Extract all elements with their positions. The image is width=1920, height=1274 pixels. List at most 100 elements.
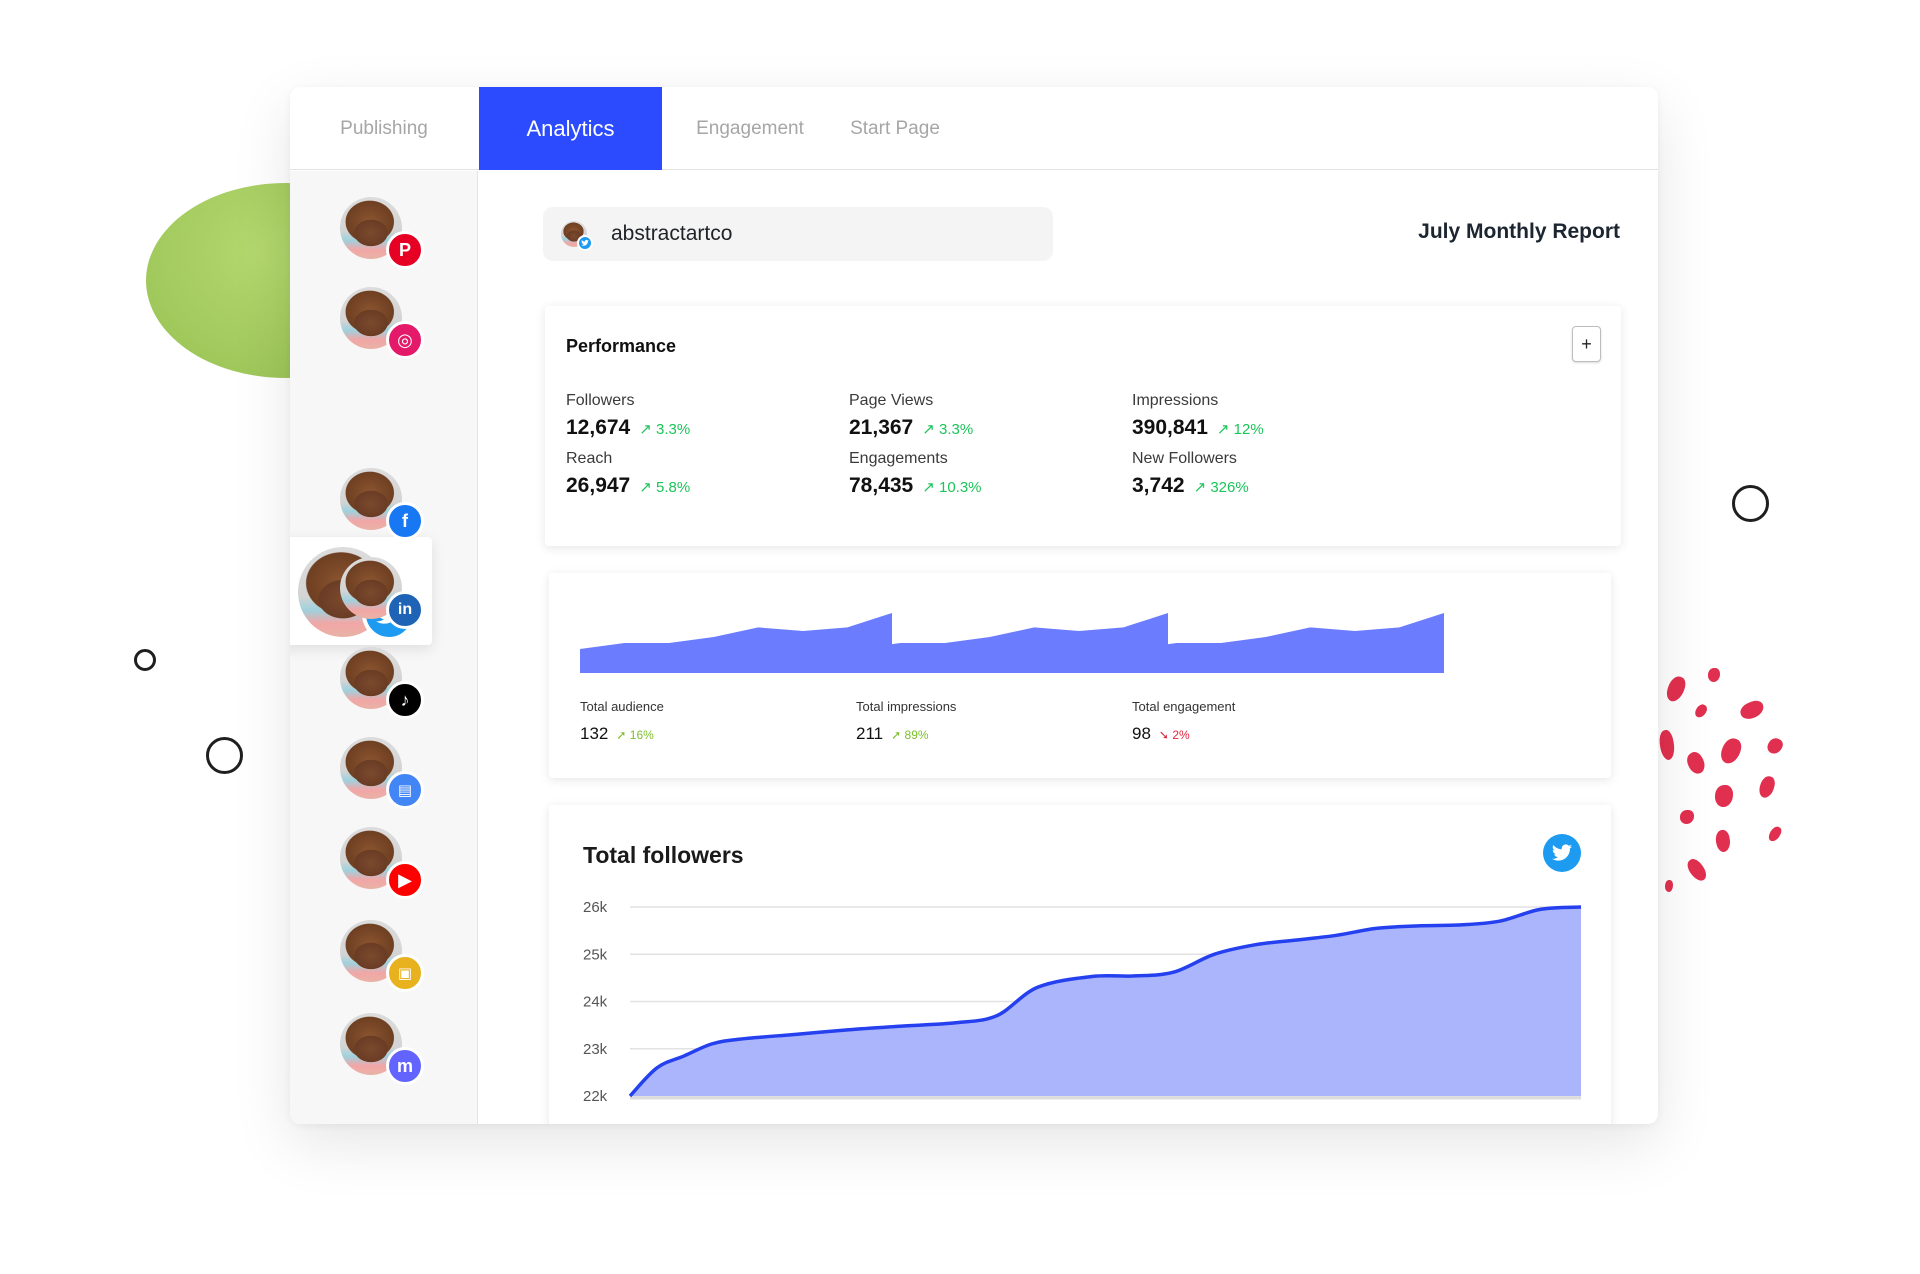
trend-up-icon: ↗ [922,479,939,496]
mini-area-chart [580,613,892,673]
y-tick-label: 22k [583,1088,608,1105]
sidebar-account-facebook[interactable]: f [340,468,424,540]
paint-splash [1766,824,1784,844]
summary-value: 211 [856,724,884,743]
paint-splash [1683,749,1709,777]
metric-change-value: 5.8% [655,479,691,496]
analytics-main: abstractartco July Monthly Report Perfor… [479,171,1658,1124]
sidebar-account-mastodon[interactable]: m [340,1013,424,1085]
metric-value-row: 26,947 ↗ 5.8% [566,474,690,498]
badge-glyph: in [397,601,413,618]
twitter-icon [577,235,593,251]
sidebar-account-start-page[interactable]: ▣ [340,920,424,992]
metric-label: Engagements [849,450,948,467]
summary-change-value: 2% [1172,728,1190,742]
trend-up-icon: ↗ [639,479,656,496]
metric-value-row: 78,435 ↗ 10.3% [849,474,982,498]
badge-glyph: m [396,1055,413,1076]
mastodon-icon: m [386,1047,424,1085]
metric-label: New Followers [1132,450,1237,467]
trend-down-icon: ➘ [1158,728,1169,742]
facebook-icon: f [386,502,424,540]
paint-splash [1665,880,1673,892]
summary-value-row: 211 ➚ 89% [856,724,1168,744]
metric-value: 26,947 [566,474,631,497]
tab-engagement[interactable]: Engagement [670,87,830,170]
paint-splash [1715,785,1733,807]
metric-value: 390,841 [1132,416,1208,439]
metric-change: ↗ 5.8% [639,478,690,496]
performance-title: Performance [566,336,677,356]
paint-splash [1714,828,1732,854]
top-nav: Publishing Analytics Engagement Start Pa… [290,87,1658,170]
metric-value-row: 390,841 ↗ 12% [1132,416,1264,440]
youtube-icon: ▶ [386,861,424,899]
sidebar-account-google-business[interactable]: ▤ [340,737,424,809]
metric-value-row: 21,367 ↗ 3.3% [849,416,973,440]
summary-value: 132 [580,724,609,743]
summary-value: 98 [1132,724,1151,743]
metric-value: 21,367 [849,416,914,439]
account-avatar [561,221,593,251]
summary-label: Total audience [580,699,664,714]
sidebar-account-instagram[interactable]: ◎ [340,287,424,359]
metric-change-value: 326% [1210,479,1249,496]
metric-change: ↗ 3.3% [639,420,690,438]
account-selector[interactable]: abstractartco [543,207,1053,261]
metric-change: ↗ 3.3% [922,420,973,438]
metric-change: ↗ 326% [1194,478,1249,496]
instagram-icon: ◎ [386,321,424,359]
decorative-ring [134,649,156,671]
app-window: Publishing Analytics Engagement Start Pa… [290,87,1658,1124]
twitter-icon [1543,834,1581,872]
metric-label: Reach [566,450,613,467]
summary-total-audience: Total audience 132 ➚ 16% [580,609,892,744]
badge-glyph: f [402,510,408,531]
summary-change: ➘ 2% [1159,728,1190,742]
metric-label: Page Views [849,392,934,409]
summary-label: Total engagement [1132,699,1236,714]
metric-impressions: Impressions 390,841 ↗ 12% [1132,392,1264,440]
summary-total-impressions: Total impressions 211 ➚ 89% [856,609,1168,744]
badge-glyph: ♪ [400,689,410,710]
account-name: abstractartco [611,222,733,245]
summary-change: ➚ 89% [891,728,928,742]
sidebar-account-linkedin[interactable]: in [340,557,424,629]
sidebar-account-youtube[interactable]: ▶ [340,827,424,899]
google-business-icon: ▤ [386,771,424,809]
sidebar-account-tiktok[interactable]: ♪ [340,647,424,719]
metric-followers: Followers 12,674 ↗ 3.3% [566,392,690,440]
summary-card: Total audience 132 ➚ 16% Total impressions 2… [549,573,1611,778]
followers-chart-title: Total followers [583,842,744,868]
mini-area [856,613,1168,673]
trend-up-icon: ↗ [1193,479,1211,496]
summary-change-value: 89% [904,728,929,742]
trend-up-icon: ↗ [639,421,656,438]
metric-page-views: Page Views 21,367 ↗ 3.3% [849,392,973,440]
badge-glyph: ◎ [397,329,413,350]
paint-splash [1757,774,1777,800]
paint-splash [1664,674,1688,704]
followers-chart: 26k 25k 24k 23k 22k [583,899,1582,1105]
metric-value: 12,674 [566,416,631,439]
paint-splash [1683,856,1711,884]
y-tick-label: 25k [583,946,608,963]
paint-splash [1693,702,1709,720]
badge-glyph: ▣ [397,965,413,982]
sidebar-account-pinterest[interactable]: P [340,197,424,269]
tiktok-icon: ♪ [386,681,424,719]
metric-value-row: 12,674 ↗ 3.3% [566,416,690,440]
metric-value-row: 3,742 ↗ 326% [1132,474,1249,498]
summary-value-row: 98 ➘ 2% [1132,724,1444,744]
paint-splash [1708,668,1720,682]
total-followers-card: Total followers 26k 25k 24k 23k 22k [549,805,1611,1124]
metric-engagements: Engagements 78,435 ↗ 10.3% [849,450,982,498]
tab-publishing[interactable]: Publishing [290,87,478,170]
add-metric-button[interactable]: + [1572,326,1601,362]
summary-change-value: 16% [629,728,654,742]
summary-label: Total impressions [856,699,957,714]
tab-analytics[interactable]: Analytics [479,87,662,170]
tab-start-page[interactable]: Start Page [830,87,960,170]
y-tick-label: 23k [583,1041,608,1058]
trend-up-icon: ↗ [1216,421,1234,438]
